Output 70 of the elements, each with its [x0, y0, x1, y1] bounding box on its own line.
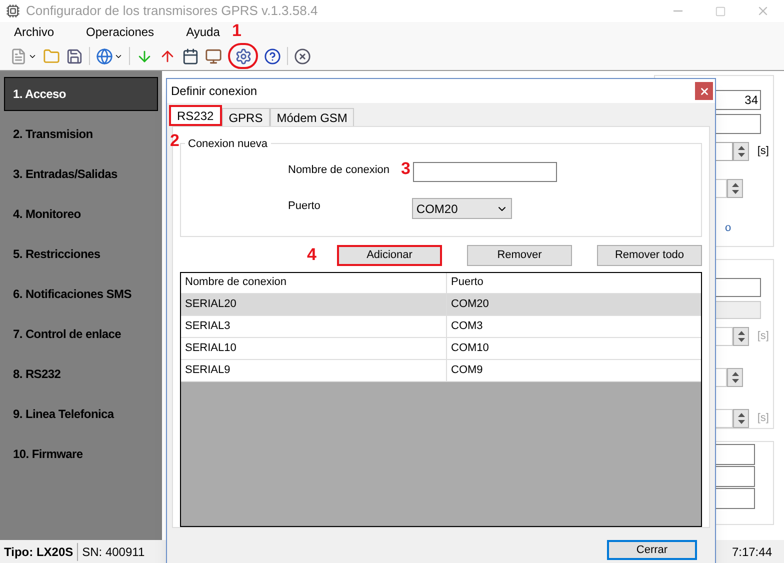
close-button[interactable]: [695, 82, 713, 100]
monitor-icon[interactable]: [205, 48, 222, 64]
sidebar-item[interactable]: 8. RS232: [4, 357, 158, 391]
annotation-number: 2: [170, 132, 180, 149]
settings-icon[interactable]: [234, 48, 252, 64]
sidebar-item[interactable]: 2. Transmision: [4, 117, 158, 151]
sidebar-item[interactable]: 4. Monitoreo: [4, 197, 158, 231]
annotation-number: 4: [307, 246, 316, 263]
port-dropdown[interactable]: COM20: [412, 198, 512, 219]
sidebar-item[interactable]: 5. Restricciones: [4, 237, 158, 271]
table-cell-text: COM20: [450, 296, 490, 312]
spin-buttons[interactable]: [733, 409, 750, 428]
sidebar-item[interactable]: 10. Firmware: [4, 437, 158, 471]
sidebar-item[interactable]: 7. Control de enlace: [4, 317, 158, 351]
help-icon[interactable]: [264, 48, 281, 64]
up-down-arrows-icon: [738, 331, 745, 342]
spin-buttons[interactable]: [733, 142, 750, 161]
calendar-icon[interactable]: [182, 48, 199, 64]
table-cell-text: COM10: [450, 340, 490, 356]
unit-label: [s]: [757, 144, 769, 160]
device-type: Tipo: LX20S: [3, 544, 74, 560]
up-down-arrows-icon: [732, 183, 738, 194]
action-button[interactable]: Adicionar: [337, 244, 442, 266]
app-icon: [6, 4, 20, 18]
window-title: Configurador de los transmisores GPRS v.1.3.58.4: [26, 2, 318, 20]
table-cell-text: COM3: [450, 318, 484, 334]
close-icon: [698, 86, 710, 96]
menu-item[interactable]: Operaciones: [80, 23, 160, 41]
up-down-arrows-icon: [738, 146, 745, 157]
sidebar-item[interactable]: 1. Acceso: [4, 77, 158, 111]
dialog-title: Definir conexion: [171, 83, 258, 100]
table-row[interactable]: SERIAL20 COM20: [181, 294, 701, 316]
table-row[interactable]: SERIAL9 COM9: [181, 360, 701, 382]
clock-time: 7:17:44: [732, 544, 773, 560]
table-row[interactable]: SERIAL10 COM10: [181, 338, 701, 360]
serial-number: SN: 400911: [77, 542, 149, 560]
sidebar-item[interactable]: 9. Linea Telefonica: [4, 397, 158, 431]
table-cell: SERIAL3: [181, 316, 447, 337]
annotation-number: 3: [401, 160, 410, 177]
table-cell: SERIAL9: [181, 360, 447, 381]
tab[interactable]: GPRS: [222, 108, 270, 126]
sidebar-item[interactable]: 6. Notificaciones SMS: [4, 277, 158, 311]
globe-icon[interactable]: [96, 48, 113, 64]
tab[interactable]: RS232: [169, 105, 222, 126]
table-row[interactable]: SERIAL3 COM3: [181, 316, 701, 338]
sidebar-item[interactable]: 3. Entradas/Salidas: [4, 157, 158, 191]
up-down-arrows-icon: [732, 372, 738, 383]
unit-label: [s]: [757, 329, 769, 344]
column-header[interactable]: Puerto: [447, 272, 701, 293]
menu-item[interactable]: Archivo: [8, 23, 60, 41]
action-button[interactable]: Remover: [467, 244, 572, 266]
column-header[interactable]: Nombre de conexion: [181, 272, 447, 293]
field-label: Nombre de conexion: [288, 162, 390, 178]
spin-buttons[interactable]: [733, 327, 750, 346]
field-label: Puerto: [288, 199, 320, 214]
spin-buttons[interactable]: [727, 179, 743, 198]
table-cell: SERIAL10: [181, 338, 447, 359]
connection-name-field[interactable]: [412, 162, 557, 182]
table-cell: SERIAL20: [181, 294, 447, 315]
label-fragment: o: [725, 221, 732, 236]
table-cell-text: COM9: [450, 362, 484, 378]
action-button[interactable]: Remover todo: [597, 244, 702, 266]
menu-item[interactable]: Ayuda: [180, 23, 226, 41]
up-down-arrows-icon: [738, 413, 745, 424]
tab[interactable]: Módem GSM: [270, 108, 354, 126]
spin-buttons[interactable]: [727, 368, 743, 387]
close-circle-icon[interactable]: [294, 48, 311, 64]
annotation-number: 1: [232, 22, 242, 39]
close-dialog-button[interactable]: Cerrar: [607, 540, 697, 560]
unit-label: [s]: [757, 411, 769, 426]
